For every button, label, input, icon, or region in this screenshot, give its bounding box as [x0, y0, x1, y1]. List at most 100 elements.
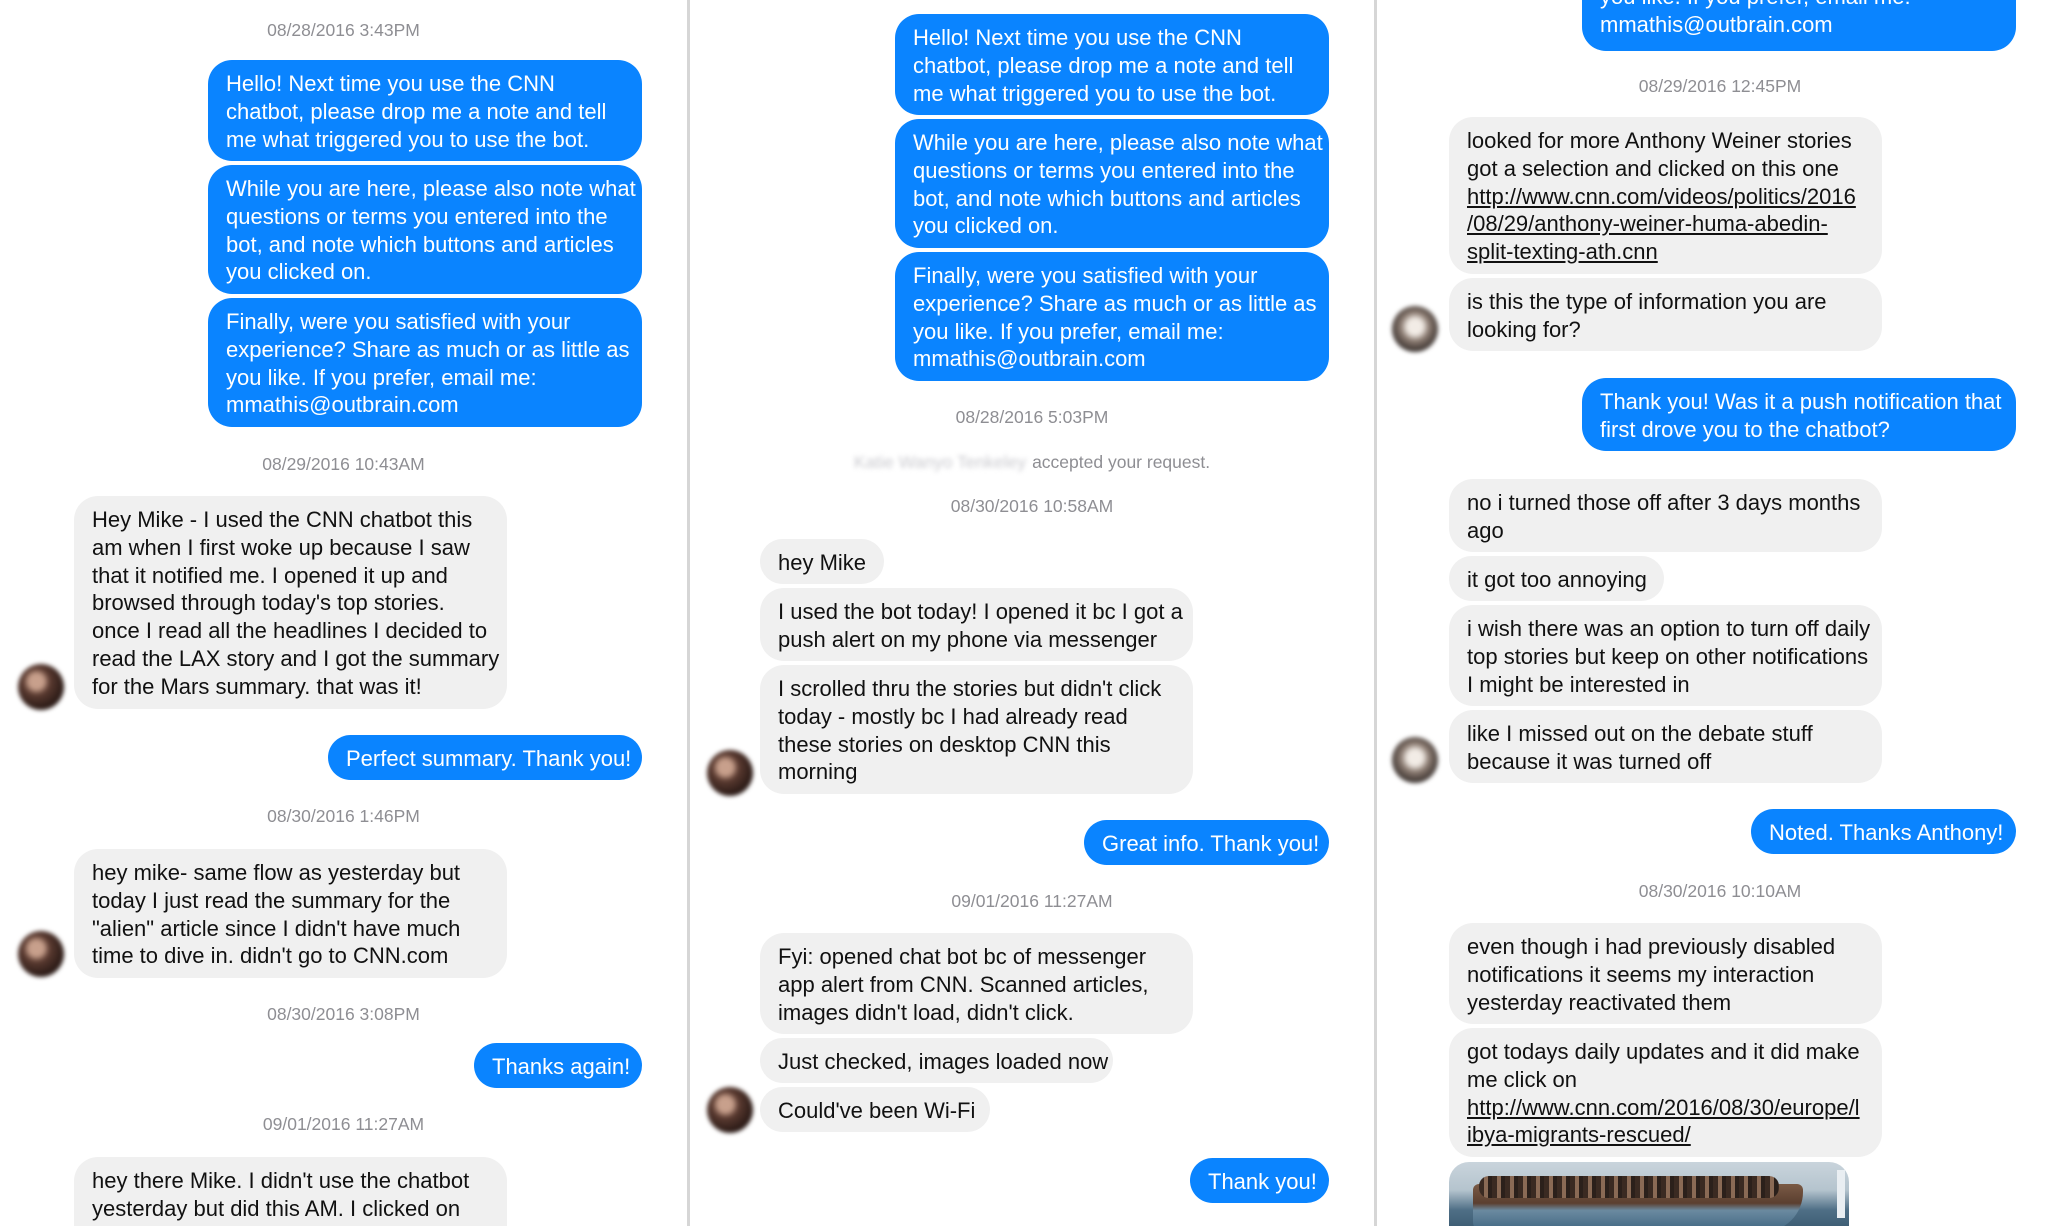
message-line: Great info. Thank you!	[1102, 831, 1320, 856]
received-message[interactable]: I used the bot today! I opened it bc I g…	[760, 588, 1193, 661]
contact-avatar[interactable]	[1392, 737, 1438, 783]
sent-message[interactable]: Noted. Thanks Anthony!	[1751, 809, 2016, 854]
message-line: I scrolled thru the stories but didn't c…	[778, 676, 1162, 701]
sent-message[interactable]: Hello! Next time you use the CNN chatbot…	[895, 14, 1329, 115]
received-message[interactable]: no i turned those off after 3 days month…	[1449, 479, 1882, 552]
message-line: read the LAX story and I got the summary	[92, 645, 500, 671]
message-line: experience? Share as much or as little a…	[226, 336, 630, 362]
message-line: I might be interested in	[1467, 671, 1690, 697]
message-line: Fyi: opened chat bot bc of messenger	[778, 944, 1147, 969]
chat-panel-3: you like. If you prefer, email me: mmath…	[1377, 0, 2063, 1226]
message-line: you like. If you prefer, email me:	[913, 318, 1224, 344]
sent-message[interactable]: Thank you!	[1190, 1158, 1329, 1203]
contact-avatar[interactable]	[1392, 306, 1438, 352]
timestamp: 08/28/2016 3:43PM	[267, 20, 420, 40]
received-message[interactable]: Fyi: opened chat bot bc of messenger app…	[760, 933, 1193, 1034]
message-line: time to dive in. didn't go to CNN.com	[92, 943, 449, 969]
message-line: chatbot, please drop me a note and tell	[226, 98, 607, 124]
message-line: it got too annoying	[1467, 567, 1647, 592]
message-line: mmathis@outbrain.com	[226, 392, 459, 418]
system-notice: Katie Wanyo Tenkeley accepted your reques…	[690, 452, 1374, 472]
message-line: is this the type of information you are	[1467, 289, 1827, 314]
contact-avatar[interactable]	[18, 664, 64, 710]
received-message[interactable]: got todays daily updates and it did make…	[1449, 1028, 1882, 1157]
message-line: am when I first woke up because I saw	[92, 534, 470, 560]
received-message[interactable]: hey there Mike. I didn't use the chatbot…	[74, 1157, 507, 1226]
message-line: yesterday but did this AM. I clicked on	[92, 1195, 461, 1221]
timestamp: 08/29/2016 12:45PM	[1638, 76, 1802, 96]
message-line: first drove you to the chatbot?	[1600, 416, 1890, 442]
message-line: experience? Share as much or as little a…	[913, 290, 1317, 316]
message-line: you clicked on.	[913, 213, 1059, 239]
received-message[interactable]: is this the type of information you are …	[1449, 278, 1882, 351]
message-line: questions or terms you entered into the	[226, 203, 608, 229]
article-preview-image[interactable]	[1449, 1162, 1849, 1226]
message-line: top stories but keep on other notificati…	[1467, 643, 1869, 669]
message-line: today - mostly bc I had already read	[778, 703, 1128, 729]
message-line: you like. If you prefer, email me:	[1600, 0, 1998, 11]
message-line: push alert on my phone via messenger	[778, 626, 1158, 652]
system-notice-text: accepted your request.	[1032, 452, 1211, 472]
message-line: because it was turned off	[1467, 748, 1712, 774]
timestamp: 08/30/2016 10:58AM	[950, 496, 1114, 516]
message-line: that it notified me. I opened it up and	[92, 562, 448, 588]
message-line: bot, and note which buttons and articles	[913, 185, 1301, 211]
message-line: no i turned those off after 3 days month…	[1467, 490, 1861, 515]
received-message[interactable]: Hey Mike - I used the CNN chatbot this a…	[74, 496, 507, 709]
article-link[interactable]: http://www.cnn.com/videos/politics/2016	[1467, 183, 1864, 211]
sent-message[interactable]: Hello! Next time you use the CNN chatbot…	[208, 60, 642, 161]
chat-panel-2: Hello! Next time you use the CNN chatbot…	[690, 0, 1374, 1226]
message-line: Could've been Wi-Fi	[778, 1098, 976, 1123]
message-line: yesterday reactivated them	[1467, 989, 1732, 1015]
sent-message[interactable]: While you are here, please also note wha…	[208, 165, 642, 294]
message-line: While you are here, please also note wha…	[913, 130, 1323, 155]
contact-avatar[interactable]	[707, 1087, 753, 1133]
message-line: Hello! Next time you use the CNN	[913, 25, 1242, 50]
received-message[interactable]: Could've been Wi-Fi	[760, 1087, 990, 1132]
message-line: me what triggered you to use the bot.	[913, 80, 1277, 106]
message-line: "alien" article since I didn't have much	[92, 915, 461, 941]
received-message[interactable]: hey mike- same flow as yesterday but tod…	[74, 849, 507, 978]
message-line: mmathis@outbrain.com	[1600, 11, 1833, 37]
sent-message[interactable]: Perfect summary. Thank you!	[328, 735, 642, 780]
message-line: bot, and note which buttons and articles	[226, 231, 614, 257]
message-line: notifications it seems my interaction	[1467, 961, 1815, 987]
received-message[interactable]: looked for more Anthony Weiner stories g…	[1449, 117, 1882, 274]
article-link[interactable]: http://www.cnn.com/2016/08/30/europe/l	[1467, 1094, 1864, 1122]
message-line: like I missed out on the debate stuff	[1467, 721, 1813, 746]
sent-message[interactable]: While you are here, please also note wha…	[895, 119, 1329, 248]
article-link[interactable]: split-texting-ath.cnn	[1467, 238, 1864, 266]
message-line: Thanks again!	[492, 1054, 631, 1079]
received-message[interactable]: it got too annoying	[1449, 556, 1664, 601]
message-line: browsed through today's top stories.	[92, 590, 445, 616]
message-line: Finally, were you satisfied with your	[226, 309, 571, 334]
message-line: morning	[778, 759, 858, 785]
blurred-contact-name: Katie Wanyo Tenkeley	[853, 452, 1027, 472]
received-message[interactable]: like I missed out on the debate stuff be…	[1449, 710, 1882, 783]
received-message[interactable]: hey Mike	[760, 539, 884, 584]
message-line: images didn't load, didn't click.	[778, 999, 1074, 1025]
sent-message[interactable]: you like. If you prefer, email me: mmath…	[1582, 0, 2016, 51]
sent-message[interactable]: Great info. Thank you!	[1084, 820, 1329, 865]
message-line: app alert from CNN. Scanned articles,	[778, 971, 1149, 997]
message-line: I used the bot today! I opened it bc I g…	[778, 599, 1183, 624]
received-message[interactable]: I scrolled thru the stories but didn't c…	[760, 665, 1193, 794]
sent-message[interactable]: Finally, were you satisfied with your ex…	[895, 252, 1329, 381]
article-link[interactable]: ibya-migrants-rescued/	[1467, 1121, 1864, 1149]
received-message[interactable]: Just checked, images loaded now	[760, 1038, 1113, 1083]
received-message[interactable]: even though i had previously disabled no…	[1449, 923, 1882, 1024]
message-line: hey there Mike. I didn't use the chatbot	[92, 1168, 470, 1193]
received-message[interactable]: i wish there was an option to turn off d…	[1449, 605, 1882, 706]
message-line: looked for more Anthony Weiner stories	[1467, 128, 1852, 153]
timestamp: 08/29/2016 10:43AM	[262, 454, 425, 474]
sent-message[interactable]: Thank you! Was it a push notification th…	[1582, 378, 2016, 451]
contact-avatar[interactable]	[707, 750, 753, 796]
message-line: i wish there was an option to turn off d…	[1467, 616, 1871, 641]
sent-message[interactable]: Thanks again!	[474, 1043, 642, 1088]
photo-credit-strip	[1837, 1170, 1845, 1218]
message-line: hey mike- same flow as yesterday but	[92, 860, 461, 885]
sent-message[interactable]: Finally, were you satisfied with your ex…	[208, 298, 642, 427]
contact-avatar[interactable]	[18, 931, 64, 977]
message-line: While you are here, please also note wha…	[226, 176, 636, 201]
article-link[interactable]: /08/29/anthony-weiner-huma-abedin-	[1467, 210, 1864, 238]
